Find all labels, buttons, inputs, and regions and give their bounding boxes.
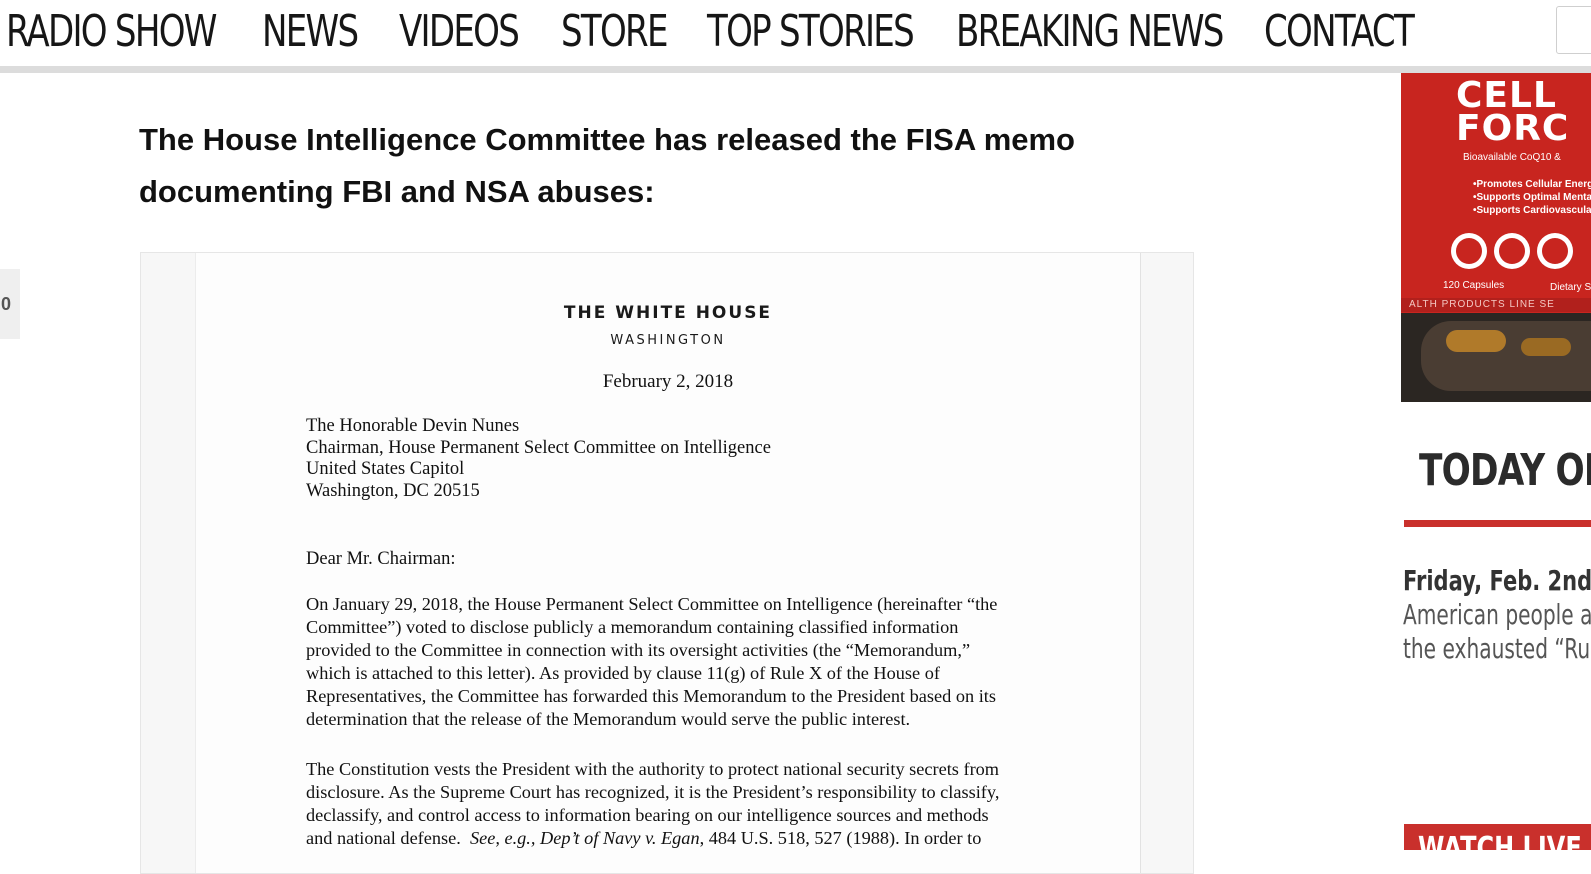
today-on-heading: TODAY ON <box>1419 445 1591 496</box>
document-viewer[interactable]: THE WHITE HOUSE WASHINGTON February 2, 2… <box>140 252 1194 874</box>
summary-line: American people ar <box>1403 598 1591 631</box>
heading-divider <box>1404 520 1591 527</box>
heart-icon <box>1494 233 1530 269</box>
ad-title-line: FORC <box>1456 108 1570 149</box>
paragraph-line: provided to the Committee in connection … <box>306 640 971 660</box>
address-line: Chairman, House Permanent Select Committ… <box>306 437 771 458</box>
document-address: The Honorable Devin Nunes Chairman, Hous… <box>306 416 771 502</box>
paragraph-line: Committee”) voted to disclose publicly a… <box>306 617 959 637</box>
watch-live-button[interactable]: WATCH LIVE <box>1404 824 1591 850</box>
brain-icon <box>1537 233 1573 269</box>
paragraph-line: disclosure. As the Supreme Court has rec… <box>306 782 1000 802</box>
document-paragraph-1: On January 29, 2018, the House Permanent… <box>306 593 997 731</box>
ad-label: CELL FORC Bioavailable CoQ10 & •Promotes… <box>1401 73 1591 313</box>
document-date: February 2, 2018 <box>602 371 734 392</box>
document-salutation: Dear Mr. Chairman: <box>306 549 456 569</box>
address-line: United States Capitol <box>306 459 465 479</box>
ad-bullet: •Supports Cardiovascular He <box>1473 205 1591 216</box>
document-page: THE WHITE HOUSE WASHINGTON February 2, 2… <box>195 253 1141 873</box>
ad-bullet: •Supports Optimal Mental He <box>1473 192 1591 203</box>
nav-item-contact[interactable]: CONTACT <box>1264 2 1415 62</box>
address-line: Washington, DC 20515 <box>306 480 480 501</box>
citation-start: and national defense. <box>306 828 470 848</box>
headline-line-2: documenting FBI and NSA abuses: <box>139 174 655 209</box>
today-summary[interactable]: American people ar the exhausted “Rus <box>1403 598 1591 666</box>
nav-item-radio-show[interactable]: RADIO SHOW <box>6 2 217 62</box>
nav-item-videos[interactable]: VIDEOS <box>399 2 520 62</box>
headline-line-1: The House Intelligence Committee has rel… <box>139 122 1075 157</box>
ad-subtitle: Bioavailable CoQ10 & <box>1463 152 1561 163</box>
nav-item-news[interactable]: NEWS <box>262 2 359 62</box>
today-date[interactable]: Friday, Feb. 2nd <box>1403 564 1591 597</box>
paragraph-line: determination that the release of the Me… <box>306 709 911 729</box>
document-paragraph-2: The Constitution vests the President wit… <box>306 758 999 850</box>
ad-dietary: Dietary S <box>1550 282 1591 293</box>
paragraph-line: The Constitution vests the President wit… <box>306 759 1000 779</box>
capsule-image <box>1446 330 1506 352</box>
top-navigation: RADIO SHOW NEWS VIDEOS STORE TOP STORIES… <box>0 0 1591 73</box>
nav-item-breaking-news[interactable]: BREAKING NEWS <box>956 2 1224 62</box>
address-line: The Honorable Devin Nunes <box>306 416 520 436</box>
summary-line: the exhausted “Rus <box>1403 632 1591 665</box>
article-headline: The House Intelligence Committee has rel… <box>139 114 1139 218</box>
ad-bullet: •Promotes Cellular Energy Pr <box>1473 179 1591 190</box>
document-title: THE WHITE HOUSE <box>563 303 773 323</box>
ad-title: CELL FORC <box>1456 78 1570 149</box>
sidebar-advertisement[interactable]: CELL FORC Bioavailable CoQ10 & •Promotes… <box>1401 73 1591 402</box>
citation-end: , 484 U.S. 518, 527 (1988). In order to <box>699 828 982 848</box>
nav-item-top-stories[interactable]: TOP STORIES <box>707 2 915 62</box>
share-count[interactable]: 0 <box>0 269 20 339</box>
watch-live-label: WATCH LIVE <box>1418 831 1582 850</box>
citation-italic: See, e.g., Dep’t of Navy v. Egan <box>469 828 700 848</box>
bottle-image <box>1421 321 1591 391</box>
search-box[interactable] <box>1556 6 1591 54</box>
usa-badge-icon <box>1451 233 1487 269</box>
capsule-image <box>1521 338 1571 356</box>
ad-capsules: 120 Capsules <box>1443 280 1505 291</box>
paragraph-line: and national defense. See, e.g., Dep’t o… <box>306 827 999 850</box>
paragraph-line: declassify, and control access to inform… <box>306 805 989 825</box>
paragraph-line: which is attached to this letter). As pr… <box>306 663 940 683</box>
ad-band: ALTH PRODUCTS LINE SE <box>1401 298 1591 312</box>
paragraph-line: On January 29, 2018, the House Permanent… <box>306 594 998 614</box>
nav-item-store[interactable]: STORE <box>561 2 668 62</box>
paragraph-line: Representatives, the Committee has forwa… <box>306 686 996 706</box>
document-subtitle: WASHINGTON <box>610 333 726 348</box>
